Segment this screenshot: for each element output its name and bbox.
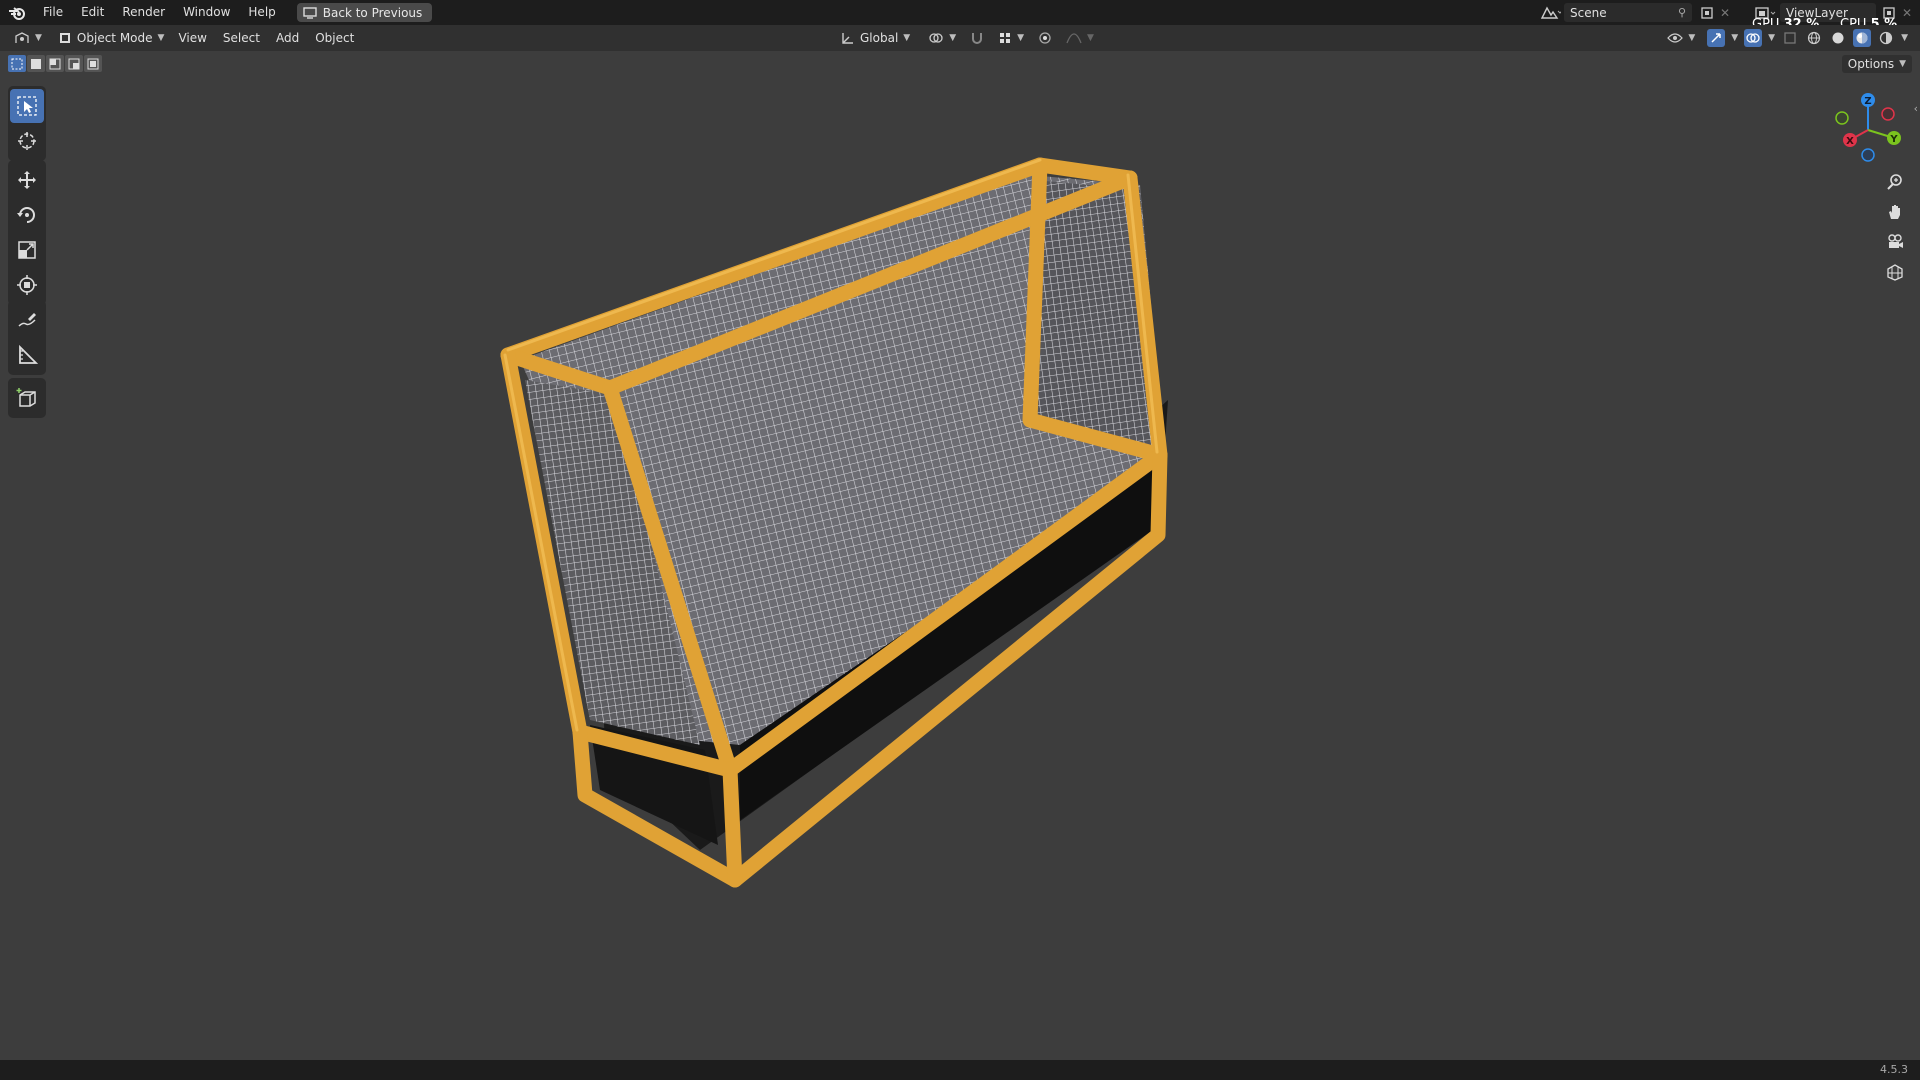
viewport-scene[interactable] xyxy=(0,0,1920,1080)
version-label: 4.5.3 xyxy=(1880,1063,1908,1076)
status-bar xyxy=(0,1060,1920,1080)
hockey-goal-object[interactable] xyxy=(500,157,1168,888)
